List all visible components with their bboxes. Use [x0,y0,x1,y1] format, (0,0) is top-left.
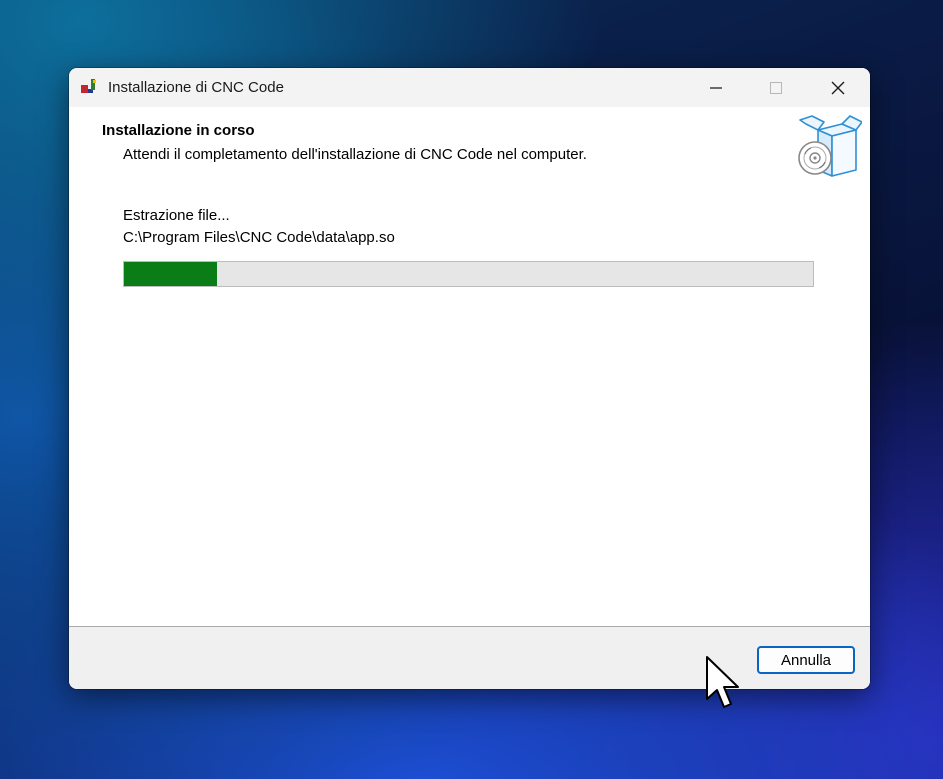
close-icon [831,81,845,94]
progress-fill [124,262,217,286]
minimize-button[interactable] [686,68,746,107]
cancel-button[interactable]: Annulla [757,646,855,674]
setup-box-disc-icon [798,115,862,177]
installer-window: Installazione di CNC Code Installazione … [69,68,870,689]
close-button[interactable] [808,68,868,107]
minimize-icon [710,86,722,89]
current-file-path: C:\Program Files\CNC Code\data\app.so [123,229,395,246]
maximize-button [746,68,806,107]
install-progress-bar [123,261,814,287]
installer-app-icon [81,79,96,93]
mouse-pointer-icon [706,656,739,708]
desktop: { "window": { "title": "Installazione di… [0,0,943,779]
title-bar[interactable]: Installazione di CNC Code [69,68,870,107]
extraction-status: Estrazione file... [123,207,230,224]
window-title: Installazione di CNC Code [108,79,284,96]
footer-bar: Annulla [69,626,870,689]
maximize-icon [770,81,782,94]
page-title: Installazione in corso [102,122,255,139]
page-subtitle: Attendi il completamento dell'installazi… [123,146,587,163]
